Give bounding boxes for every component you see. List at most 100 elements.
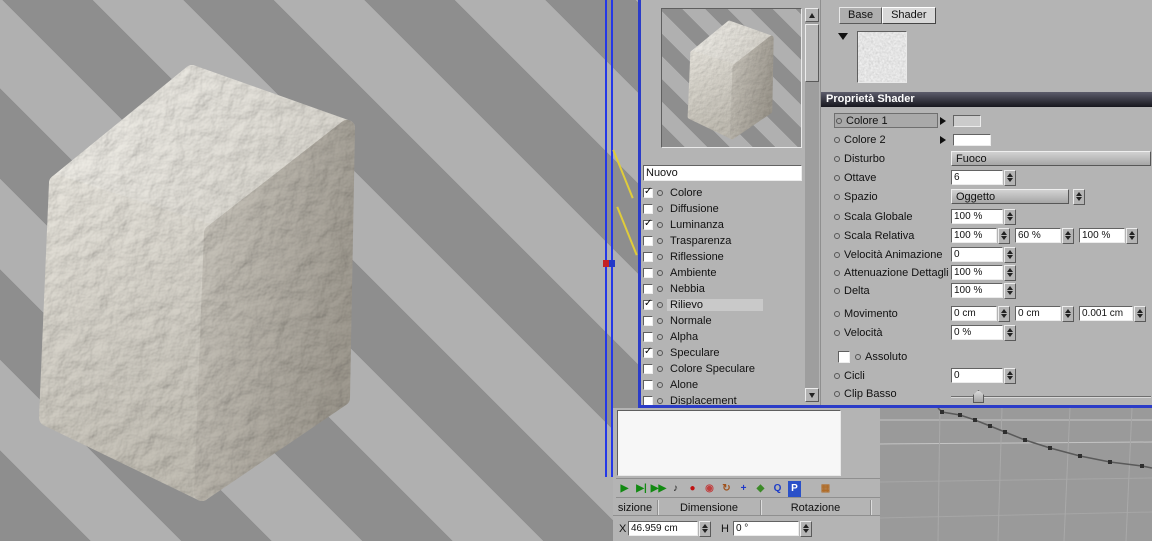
- assoluto-checkbox[interactable]: [838, 350, 850, 363]
- channel-label[interactable]: Displacement: [667, 395, 740, 405]
- scroll-down-button[interactable]: [805, 388, 819, 402]
- spinner[interactable]: [1062, 227, 1074, 244]
- velocita-animazione-field[interactable]: [951, 247, 1003, 262]
- expand-arrow-icon[interactable]: [940, 116, 950, 125]
- material-channel-row[interactable]: Colore: [641, 185, 805, 201]
- scala-relativa-x-field[interactable]: [951, 228, 997, 243]
- channel-checkbox[interactable]: [643, 252, 653, 262]
- expand-arrow-icon[interactable]: [940, 135, 950, 144]
- viewport-curve-area[interactable]: [879, 407, 1152, 541]
- cicli-field[interactable]: [951, 368, 1003, 383]
- channel-checkbox[interactable]: [643, 332, 653, 342]
- channel-checkbox[interactable]: [643, 316, 653, 326]
- delta-field[interactable]: [951, 283, 1003, 298]
- spinner[interactable]: [699, 520, 711, 537]
- scala-globale-field[interactable]: [951, 209, 1003, 224]
- record-objects-button[interactable]: ◉: [701, 480, 718, 498]
- material-preview[interactable]: [661, 8, 802, 148]
- scala-relativa-y-field[interactable]: [1015, 228, 1061, 243]
- spinner[interactable]: [799, 520, 812, 537]
- record-position-button[interactable]: +: [735, 480, 752, 498]
- spazio-dropdown[interactable]: Oggetto: [951, 189, 1069, 204]
- channel-scrollbar[interactable]: [805, 8, 819, 402]
- material-channel-row[interactable]: Normale: [641, 313, 805, 329]
- channel-label[interactable]: Normale: [667, 315, 715, 327]
- material-channel-row[interactable]: Riflessione: [641, 249, 805, 265]
- disturbo-dropdown[interactable]: Fuoco: [951, 151, 1151, 166]
- attenuazione-field[interactable]: [951, 265, 1003, 280]
- material-channel-row[interactable]: Nebbia: [641, 281, 805, 297]
- channel-label[interactable]: Luminanza: [667, 219, 727, 231]
- play-button[interactable]: ▶: [616, 480, 633, 498]
- scroll-up-button[interactable]: [805, 8, 819, 22]
- parameter-button[interactable]: P: [786, 480, 803, 498]
- channel-label[interactable]: Ambiente: [667, 267, 719, 279]
- spinner[interactable]: [1004, 246, 1016, 263]
- colore1-swatch[interactable]: [953, 114, 981, 127]
- channel-checkbox[interactable]: [643, 268, 653, 278]
- spinner[interactable]: [1004, 282, 1016, 299]
- goto-end-button[interactable]: ▶▶: [650, 480, 667, 498]
- channel-checkbox[interactable]: [643, 236, 653, 246]
- spinner[interactable]: [998, 227, 1010, 244]
- channel-label[interactable]: Trasparenza: [667, 235, 734, 247]
- spinner[interactable]: [1004, 324, 1016, 341]
- sound-button[interactable]: ♪: [667, 480, 684, 498]
- material-channel-row[interactable]: Diffusione: [641, 201, 805, 217]
- collapse-arrow-icon[interactable]: [838, 33, 848, 45]
- goto-next-frame-button[interactable]: ▶|: [633, 480, 650, 498]
- material-channel-row[interactable]: Displacement: [641, 393, 805, 405]
- tab-base[interactable]: Base: [839, 7, 883, 24]
- movimento-x-field[interactable]: [951, 306, 997, 321]
- material-name-input[interactable]: [643, 165, 802, 181]
- channel-label[interactable]: Rilievo: [667, 299, 763, 311]
- ottave-field[interactable]: [951, 170, 1003, 185]
- material-channel-row[interactable]: Ambiente: [641, 265, 805, 281]
- scala-relativa-z-field[interactable]: [1079, 228, 1125, 243]
- material-manager-area[interactable]: [617, 410, 841, 476]
- movimento-z-field[interactable]: [1079, 306, 1133, 321]
- tab-shader[interactable]: Shader: [882, 7, 936, 24]
- channel-label[interactable]: Riflessione: [667, 251, 727, 263]
- material-channel-row[interactable]: Rilievo: [641, 297, 805, 313]
- textured-cube-object[interactable]: [22, 48, 382, 518]
- spinner[interactable]: [1062, 305, 1074, 322]
- viewport-3d[interactable]: [0, 0, 638, 541]
- scrollbar-thumb[interactable]: [805, 24, 819, 82]
- material-channel-row[interactable]: Alone: [641, 377, 805, 393]
- clip-basso-slider[interactable]: [951, 390, 1151, 405]
- spazio-cycle-button[interactable]: [1073, 188, 1085, 205]
- channel-label[interactable]: Diffusione: [667, 203, 722, 215]
- q-button[interactable]: Q: [769, 480, 786, 498]
- colore1-label-box[interactable]: Colore 1: [834, 113, 938, 128]
- channel-checkbox[interactable]: [643, 298, 653, 310]
- scala-globale-spinner[interactable]: [1004, 208, 1016, 225]
- channel-checkbox[interactable]: [643, 396, 653, 405]
- channel-label[interactable]: Colore Speculare: [667, 363, 758, 375]
- channel-label[interactable]: Colore: [667, 187, 705, 199]
- channel-label[interactable]: Alpha: [667, 331, 701, 343]
- position-x-field[interactable]: [628, 521, 698, 536]
- autokey-button[interactable]: ↻: [718, 480, 735, 498]
- clip-basso-slider-handle[interactable]: [973, 390, 984, 403]
- channel-checkbox[interactable]: [643, 284, 653, 294]
- material-channel-row[interactable]: Luminanza: [641, 217, 805, 233]
- spinner[interactable]: [1004, 367, 1016, 384]
- channel-checkbox[interactable]: [643, 186, 653, 198]
- channel-checkbox[interactable]: [643, 346, 653, 358]
- material-channel-row[interactable]: Trasparenza: [641, 233, 805, 249]
- channel-checkbox[interactable]: [643, 380, 653, 390]
- channel-label[interactable]: Nebbia: [667, 283, 708, 295]
- material-channel-row[interactable]: Alpha: [641, 329, 805, 345]
- spinner[interactable]: [998, 305, 1010, 322]
- channel-label[interactable]: Speculare: [667, 347, 723, 359]
- ottave-spinner[interactable]: [1004, 169, 1016, 186]
- channel-checkbox[interactable]: [643, 204, 653, 214]
- channel-checkbox[interactable]: [643, 364, 653, 374]
- colore2-swatch[interactable]: [953, 133, 991, 146]
- spinner[interactable]: [1126, 227, 1138, 244]
- record-button[interactable]: ●: [684, 480, 701, 498]
- channel-checkbox[interactable]: [643, 218, 653, 230]
- material-channel-row[interactable]: Speculare: [641, 345, 805, 361]
- velocita-field[interactable]: [951, 325, 1003, 340]
